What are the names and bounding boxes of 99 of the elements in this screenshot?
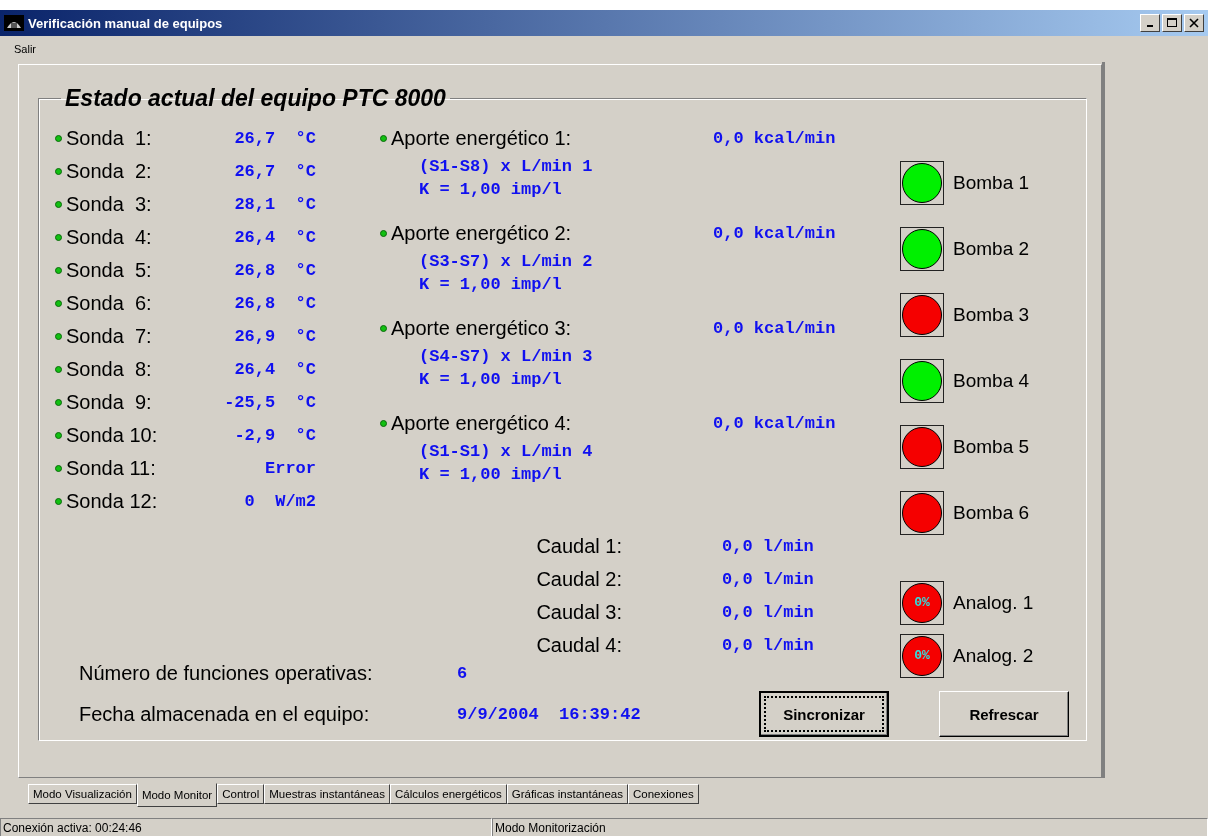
status-dot	[55, 333, 62, 340]
minimize-button[interactable]	[1140, 14, 1160, 32]
probe-label: Sonda 2:	[66, 160, 153, 183]
probe-value: 28,1 °C	[233, 195, 316, 214]
energy-label: Aporte energético 2:	[391, 222, 573, 245]
status-dot	[55, 432, 62, 439]
energy-label: Aporte energético 1:	[391, 127, 573, 150]
status-dot	[55, 498, 62, 505]
pump-label: Analog. 2	[953, 644, 1034, 667]
probe-label: Sonda 11:	[66, 457, 157, 480]
flow-value: 0,0 l/min	[722, 603, 814, 622]
status-dot	[55, 267, 62, 274]
probe-label: Sonda 12:	[66, 490, 159, 513]
status-dot	[55, 234, 62, 241]
probe-label: Sonda 9:	[66, 391, 153, 414]
tab[interactable]: Cálculos energéticos	[389, 784, 507, 804]
probe-label: Sonda 8:	[66, 358, 153, 381]
probe-value: 26,8 °C	[233, 294, 316, 313]
status-dot	[380, 135, 387, 142]
probe-value: 26,7 °C	[233, 129, 316, 148]
maximize-icon	[1167, 18, 1177, 28]
probe-value: 26,8 °C	[233, 261, 316, 280]
gauge-lamp: 0%	[902, 582, 942, 623]
date-label: Fecha almacenada en el equipo:	[79, 702, 371, 726]
tab[interactable]: Conexiones	[627, 784, 699, 804]
status-dot	[55, 135, 62, 142]
tab[interactable]: Muestras instantáneas	[264, 784, 390, 804]
tab[interactable]: Modo Visualización	[28, 784, 137, 804]
probe-value: 26,4 °C	[233, 360, 316, 379]
status-dot	[380, 325, 387, 332]
energy-label: Aporte energético 4:	[391, 412, 573, 435]
tab[interactable]: Modo Monitor	[136, 783, 218, 807]
flow-label: Caudal 1:	[535, 535, 622, 558]
tab[interactable]: Control	[217, 784, 265, 804]
energy-value: 0,0 kcal/min	[713, 414, 836, 433]
probe-label: Sonda 10:	[66, 424, 159, 447]
maximize-button[interactable]	[1162, 14, 1182, 32]
pulse-factor: K = 1,00 imp/l	[419, 370, 562, 389]
pump-label: Analog. 1	[953, 591, 1034, 614]
energy-formula: (S4-S7) x L/min 3	[419, 347, 593, 366]
status-dot	[55, 366, 62, 373]
window-title: Verificación manual de equipos	[28, 15, 224, 31]
tab[interactable]: Gráficas instantáneas	[506, 784, 628, 804]
pump-label: Bomba 4	[953, 370, 1030, 392]
flow-label: Caudal 3:	[535, 601, 622, 624]
status-dot	[380, 420, 387, 427]
date-value: 9/9/2004 16:39:42	[457, 704, 642, 724]
probe-label: Sonda 4:	[66, 226, 153, 249]
pump-label: Bomba 3	[953, 304, 1030, 326]
energy-value: 0,0 kcal/min	[713, 224, 836, 243]
status-text: Conexión activa: 00:24:46	[0, 818, 492, 836]
minimize-icon	[1147, 25, 1153, 27]
probe-value: -25,5 °C	[223, 393, 316, 412]
flow-value: 0,0 l/min	[722, 537, 814, 556]
probe-label: Sonda 6:	[66, 292, 153, 315]
flow-label: Caudal 4:	[535, 634, 622, 657]
probe-value: 0 W/m2	[243, 492, 316, 511]
probe-label: Sonda 1:	[66, 127, 153, 150]
close-icon	[1189, 18, 1199, 28]
refresh-button[interactable]: Refrescar	[939, 691, 1069, 737]
status-dot	[55, 465, 62, 472]
energy-formula: (S3-S7) x L/min 2	[419, 252, 593, 271]
status-text: Modo Monitorización	[492, 818, 1208, 836]
functions-label: Número de funciones operativas:	[79, 661, 374, 685]
energy-value: 0,0 kcal/min	[713, 319, 836, 338]
energy-label: Aporte energético 3:	[391, 317, 573, 340]
probe-label: Sonda 7:	[66, 325, 153, 348]
probe-value: 26,9 °C	[233, 327, 316, 346]
flow-label: Caudal 2:	[535, 568, 622, 591]
probe-value: 26,7 °C	[233, 162, 316, 181]
probe-value: Error	[264, 459, 316, 478]
flow-value: 0,0 l/min	[722, 570, 814, 589]
gauge-lamp: 0%	[902, 635, 942, 676]
pump-label: Bomba 5	[953, 436, 1030, 458]
status-dot	[55, 399, 62, 406]
pulse-factor: K = 1,00 imp/l	[419, 180, 562, 199]
pump-label: Bomba 6	[953, 502, 1030, 524]
status-dot	[55, 168, 62, 175]
close-button[interactable]	[1184, 14, 1204, 32]
pump-label: Bomba 1	[953, 172, 1030, 194]
pulse-factor: K = 1,00 imp/l	[419, 275, 562, 294]
app-icon	[4, 15, 24, 31]
energy-formula: (S1-S8) x L/min 1	[419, 157, 593, 176]
pulse-factor: K = 1,00 imp/l	[419, 465, 562, 484]
energy-formula: (S1-S1) x L/min 4	[419, 442, 593, 461]
flow-value: 0,0 l/min	[722, 636, 814, 655]
probe-label: Sonda 5:	[66, 259, 153, 282]
menu-item[interactable]: Salir	[14, 43, 36, 55]
sync-button[interactable]: Sincronizar	[759, 691, 889, 737]
group-title: Estado actual del equipo PTC 8000	[64, 85, 447, 112]
functions-value: 6	[457, 663, 468, 683]
probe-value: -2,9 °C	[233, 426, 316, 445]
status-dot	[380, 230, 387, 237]
probe-label: Sonda 3:	[66, 193, 153, 216]
status-dot	[55, 201, 62, 208]
pump-label: Bomba 2	[953, 238, 1030, 260]
probe-value: 26,4 °C	[233, 228, 316, 247]
energy-value: 0,0 kcal/min	[713, 129, 836, 148]
status-dot	[55, 300, 62, 307]
